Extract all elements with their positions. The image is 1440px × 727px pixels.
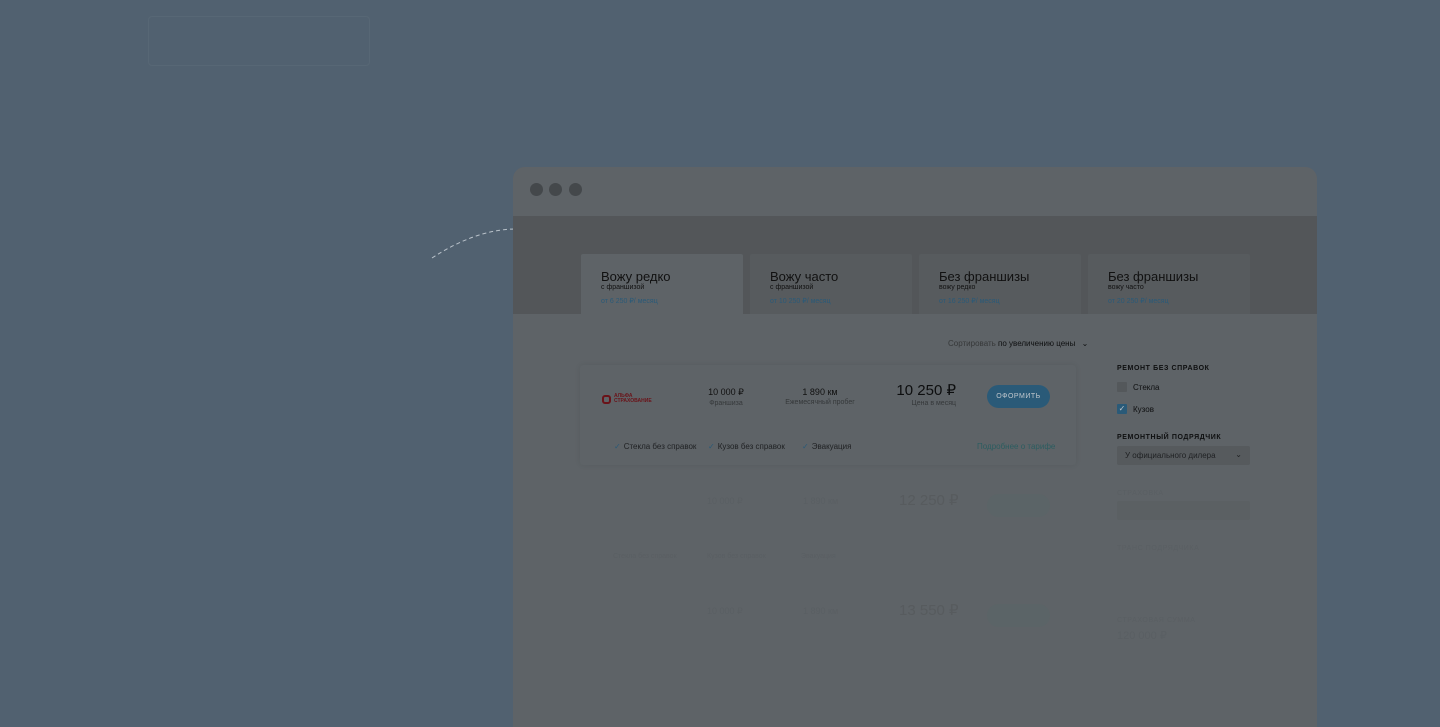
contractor-select-value: У официального дилера	[1125, 451, 1216, 460]
feature-item: ✓ Стекла без справок	[614, 442, 697, 451]
chevron-down-icon: ⌄	[1081, 339, 1089, 348]
offer-card: АЛЬФА СТРАХОВАНИЕ 10 000 ₽ Франшиза 1 89…	[580, 365, 1076, 465]
ghost-price: 12 250 ₽	[899, 492, 959, 509]
ghost-mileage: 1 890 км	[803, 606, 839, 616]
sort-label: Сортировать	[948, 339, 996, 348]
ghost-price: 13 550 ₽	[899, 602, 959, 619]
tab-subtitle: с франшизой	[770, 284, 814, 291]
tab-price: от 10 250 ₽/ месяц	[770, 298, 831, 305]
tab-price: от 16 250 ₽/ месяц	[939, 298, 1000, 305]
franchise-label: Франшиза	[709, 400, 743, 407]
contractor-select[interactable]: У официального дилера ⌄	[1117, 446, 1250, 465]
tab-title: Без франшизы	[939, 269, 1030, 284]
tab-subtitle: с франшизой	[601, 284, 645, 291]
tab-subtitle: вожу редко	[939, 284, 976, 291]
chevron-down-icon: ⌄	[1235, 450, 1242, 459]
tab-title: Вожу часто	[770, 269, 839, 284]
tab-subtitle: вожу часто	[1108, 284, 1144, 291]
contractor-filter-title: РЕМОНТНЫЙ ПОДРЯДЧИК	[1117, 434, 1222, 441]
tab-title: Вожу редко	[601, 269, 671, 284]
ghost-feature: Эвакуация	[801, 553, 836, 560]
mileage-value: 1 890 км	[802, 387, 838, 397]
insurance-filter-title: СТРАХОВКА	[1117, 490, 1164, 497]
tab-no-franchise-often[interactable]: Без франшизы вожу часто от 20 250 ₽/ мес…	[1088, 254, 1250, 314]
insurance-select[interactable]	[1117, 501, 1250, 520]
ghost-feature: Кузов без справок	[707, 553, 766, 560]
price-label: Цена в месяц	[911, 400, 956, 407]
browser-window: Вожу редко с франшизой от 6 250 ₽/ месяц…	[513, 167, 1317, 727]
feature-item: ✓ Эвакуация	[802, 442, 852, 451]
tariff-details-link[interactable]: Подробнее о тарифе	[977, 442, 1055, 451]
tab-title: Без франшизы	[1108, 269, 1199, 284]
sort-value: по увеличению цены	[998, 339, 1076, 348]
mileage-label: Ежемесячный пробег	[785, 399, 855, 406]
sort-dropdown[interactable]: Сортировать по увеличению цены ⌄	[948, 339, 1088, 348]
ghost-franchise: 10 000 ₽	[707, 606, 743, 616]
repair-filter-title: РЕМОНТ БЕЗ СПРАВОК	[1117, 365, 1210, 372]
price-value: 10 250 ₽	[896, 382, 956, 399]
background-panel	[148, 16, 370, 66]
window-dot	[530, 183, 543, 196]
body-checkbox-label: Кузов	[1133, 405, 1154, 414]
check-icon: ✓	[614, 442, 621, 451]
franchise-stat: 10 000 ₽ Франшиза	[696, 387, 756, 407]
feature-item: ✓ Кузов без справок	[708, 442, 785, 451]
check-icon: ✓	[802, 442, 809, 451]
installment-filter-title: ТРАНС ПОДРЯДЧИКА	[1117, 545, 1200, 552]
window-titlebar	[513, 167, 1317, 213]
tab-price: от 20 250 ₽/ месяц	[1108, 298, 1169, 305]
mileage-stat: 1 890 км Ежемесячный пробег	[780, 387, 860, 406]
insurer-logo: АЛЬФА СТРАХОВАНИЕ	[602, 394, 652, 404]
ghost-feature: Стекла без справок	[613, 553, 677, 560]
alfa-logo-icon	[602, 394, 611, 404]
ghost-order-button	[987, 604, 1050, 627]
franchise-value: 10 000 ₽	[708, 387, 744, 397]
ghost-franchise: 10 000 ₽	[707, 496, 743, 506]
body-checkbox[interactable]: ✓	[1117, 404, 1127, 414]
order-button[interactable]: ОФОРМИТЬ	[987, 385, 1050, 408]
window-dot	[549, 183, 562, 196]
check-icon: ✓	[708, 442, 715, 451]
ghost-order-button	[987, 494, 1050, 517]
glass-checkbox[interactable]	[1117, 382, 1127, 392]
tab-rare-franchise[interactable]: Вожу редко с франшизой от 6 250 ₽/ месяц	[581, 254, 743, 314]
price-block: 10 250 ₽ Цена в месяц	[880, 381, 956, 407]
logo-text-line: СТРАХОВАНИЕ	[614, 398, 652, 404]
glass-checkbox-label: Стекла	[1133, 383, 1160, 392]
ghost-mileage: 1 890 км	[803, 496, 839, 506]
sum-value: 120 000 ₽	[1117, 630, 1167, 642]
tab-price: от 6 250 ₽/ месяц	[601, 298, 658, 305]
sum-filter-title: СТРАХОВАЯ СУММА	[1117, 617, 1196, 624]
window-dot	[569, 183, 582, 196]
main-content: Сортировать по увеличению цены ⌄ АЛЬФА С…	[513, 314, 1317, 727]
tab-no-franchise-rare[interactable]: Без франшизы вожу редко от 16 250 ₽/ мес…	[919, 254, 1081, 314]
tab-often-franchise[interactable]: Вожу часто с франшизой от 10 250 ₽/ меся…	[750, 254, 912, 314]
